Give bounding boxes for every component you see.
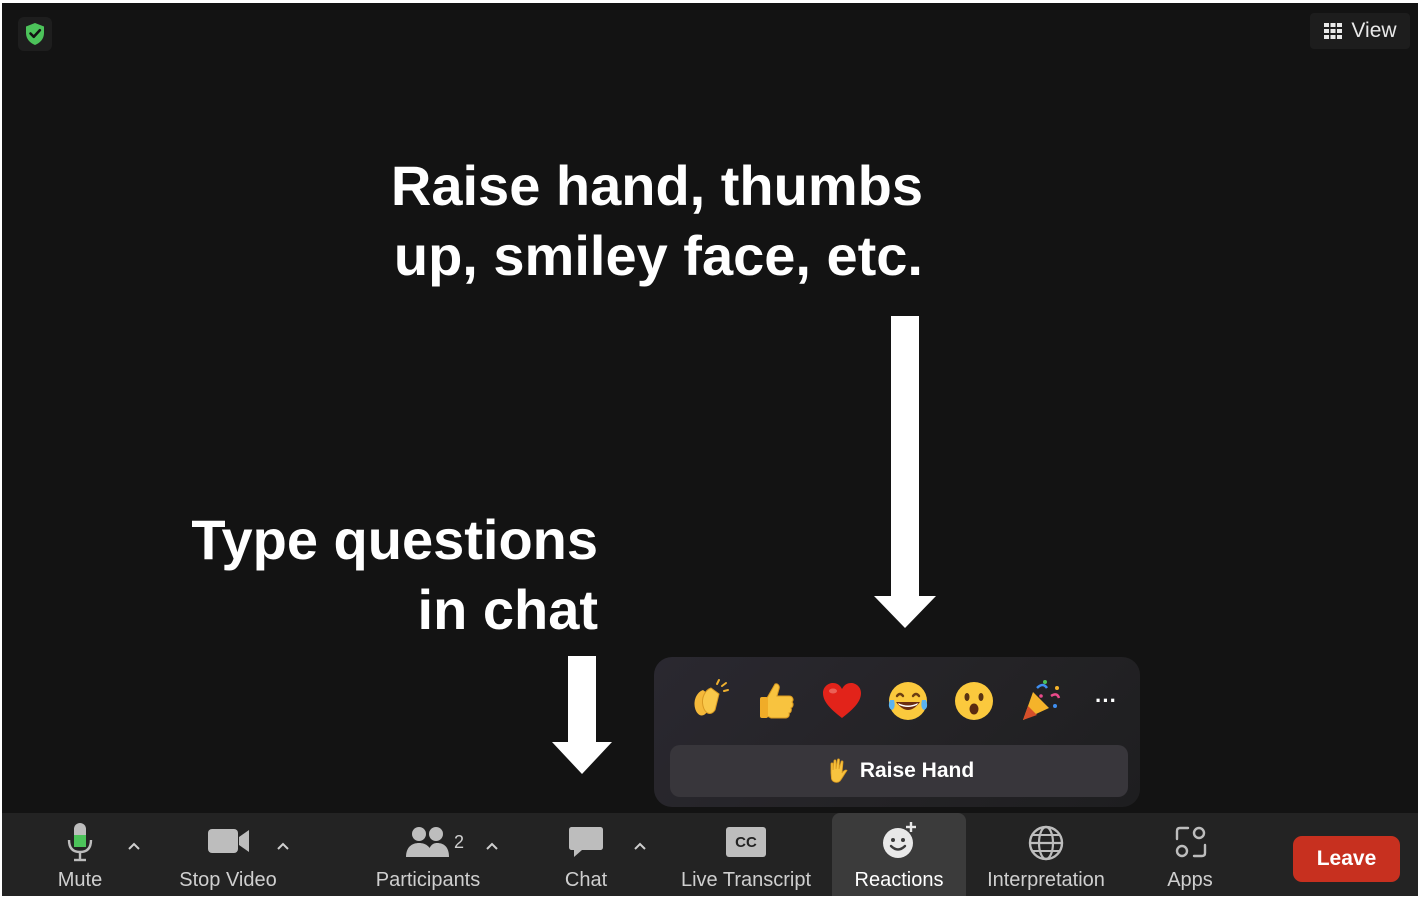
apps-button[interactable]: Apps [1152, 813, 1228, 896]
clapping-hands-icon[interactable] [682, 673, 738, 729]
closed-captions-icon: CC [726, 827, 766, 857]
chat-annotation-line2: in chat [417, 578, 598, 641]
video-camera-icon [208, 829, 249, 853]
reactions-popover: ··· Raise Hand [654, 657, 1140, 807]
chat-bubble-icon [569, 827, 603, 857]
arrow-down-icon [552, 656, 612, 774]
chat-options-chevron-up-icon[interactable] [632, 839, 648, 853]
live-transcript-label: Live Transcript [680, 869, 812, 891]
live-transcript-button[interactable]: CC Live Transcript [672, 813, 820, 896]
reactions-button[interactable]: Reactions [832, 813, 966, 896]
mute-button[interactable]: Mute [40, 813, 120, 896]
cc-text: CC [735, 833, 757, 851]
heart-icon[interactable] [814, 673, 870, 729]
more-label: ··· [1095, 688, 1117, 713]
reactions-label: Reactions [854, 869, 944, 891]
participants-button[interactable]: 2 Participants [366, 813, 490, 896]
party-popper-icon[interactable] [1012, 673, 1068, 729]
view-label: View [1351, 19, 1397, 42]
grid-icon [1324, 23, 1343, 39]
raise-hand-button[interactable]: Raise Hand [670, 745, 1128, 797]
participants-count: 2 [454, 832, 465, 852]
leave-button[interactable]: Leave [1293, 836, 1400, 882]
participants-icon [406, 827, 449, 857]
raised-hand-icon [830, 758, 848, 783]
apps-icon [1175, 826, 1207, 858]
participants-label: Participants [375, 869, 481, 891]
mute-label: Mute [57, 869, 103, 891]
leave-label: Leave [1316, 847, 1377, 870]
raise-hand-label: Raise Hand [859, 759, 975, 782]
reactions-annotation-line1: Raise hand, thumbs [390, 154, 923, 217]
microphone-icon [67, 823, 93, 862]
video-options-chevron-up-icon[interactable] [275, 839, 291, 853]
view-button[interactable]: View [1310, 13, 1410, 49]
emoji-row: ··· [666, 673, 1126, 729]
more-reactions-button[interactable]: ··· [1078, 673, 1134, 729]
chat-button[interactable]: Chat [548, 813, 624, 896]
arrow-down-icon [874, 316, 936, 628]
open-mouth-icon[interactable] [946, 673, 1002, 729]
apps-label: Apps [1167, 869, 1213, 891]
smiley-plus-icon [883, 822, 916, 858]
chat-label: Chat [564, 869, 608, 891]
reactions-annotation-line2: up, smiley face, etc. [393, 224, 923, 287]
meeting-toolbar: Mute Stop Video 2 Participants Chat CC L… [2, 813, 1418, 896]
stop-video-button[interactable]: Stop Video [168, 813, 288, 896]
stop-video-label: Stop Video [179, 869, 277, 891]
participants-options-chevron-up-icon[interactable] [484, 839, 500, 853]
globe-icon [1028, 825, 1064, 861]
reactions-annotation: Raise hand, thumbs up, smiley face, etc. [391, 151, 923, 291]
meeting-window: View Raise hand, thumbs up, smiley face,… [2, 3, 1418, 896]
interpretation-button[interactable]: Interpretation [976, 813, 1116, 896]
chat-annotation-line1: Type questions [191, 508, 598, 571]
interpretation-label: Interpretation [987, 869, 1105, 891]
audio-options-chevron-up-icon[interactable] [126, 839, 142, 853]
tears-of-joy-icon[interactable] [880, 673, 936, 729]
thumbs-up-icon[interactable] [748, 673, 804, 729]
chat-annotation: Type questions in chat [191, 505, 598, 645]
encryption-shield-icon[interactable] [18, 17, 52, 51]
